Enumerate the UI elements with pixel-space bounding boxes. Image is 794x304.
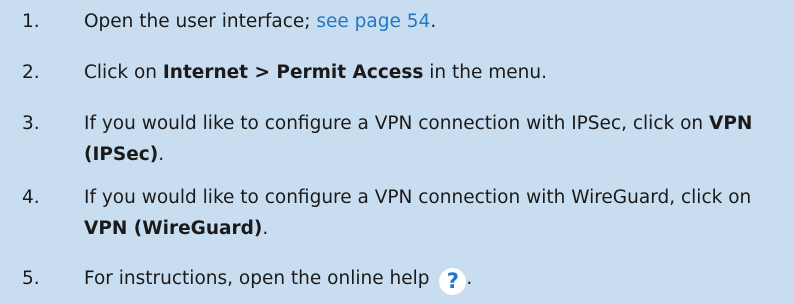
step-text: Click on Internet > Permit Access in the… xyxy=(84,57,780,88)
step-number: 3. xyxy=(22,113,40,134)
instruction-steps: 1. Open the user interface; see page 54.… xyxy=(0,0,794,304)
step-text: If you would like to configure a VPN con… xyxy=(84,108,780,170)
page-reference-link[interactable]: see page 54 xyxy=(316,11,430,32)
step-1: 1. Open the user interface; see page 54. xyxy=(22,6,780,37)
menu-path: Internet > Permit Access xyxy=(162,62,424,83)
step-3: 3. If you would like to configure a VPN … xyxy=(22,108,780,170)
step-text-after: . xyxy=(158,144,165,165)
step-4: 4. If you would like to configure a VPN … xyxy=(22,182,780,244)
step-text-after: . xyxy=(430,11,437,32)
step-text-before: Click on xyxy=(84,62,163,83)
step-text-before: For instructions, open the online help xyxy=(84,268,436,289)
step-text: For instructions, open the online help ?… xyxy=(84,263,780,295)
step-5: 5. For instructions, open the online hel… xyxy=(22,263,780,295)
step-text: Open the user interface; see page 54. xyxy=(84,6,780,37)
step-text-before: Open the user interface; xyxy=(84,11,317,32)
step-number: 5. xyxy=(22,268,40,289)
step-text: If you would like to configure a VPN con… xyxy=(84,182,780,244)
step-text-after: . xyxy=(262,218,269,239)
step-number: 1. xyxy=(22,11,40,32)
step-number: 4. xyxy=(22,187,40,208)
menu-option: VPN (WireGuard) xyxy=(84,218,263,239)
step-text-before: If you would like to configure a VPN con… xyxy=(84,187,752,208)
step-number: 2. xyxy=(22,62,40,83)
step-text-after: in the menu. xyxy=(423,62,547,83)
help-icon: ? xyxy=(439,268,467,295)
step-text-before: If you would like to configure a VPN con… xyxy=(84,113,710,134)
step-2: 2. Click on Internet > Permit Access in … xyxy=(22,57,780,88)
step-text-after: . xyxy=(466,268,473,289)
